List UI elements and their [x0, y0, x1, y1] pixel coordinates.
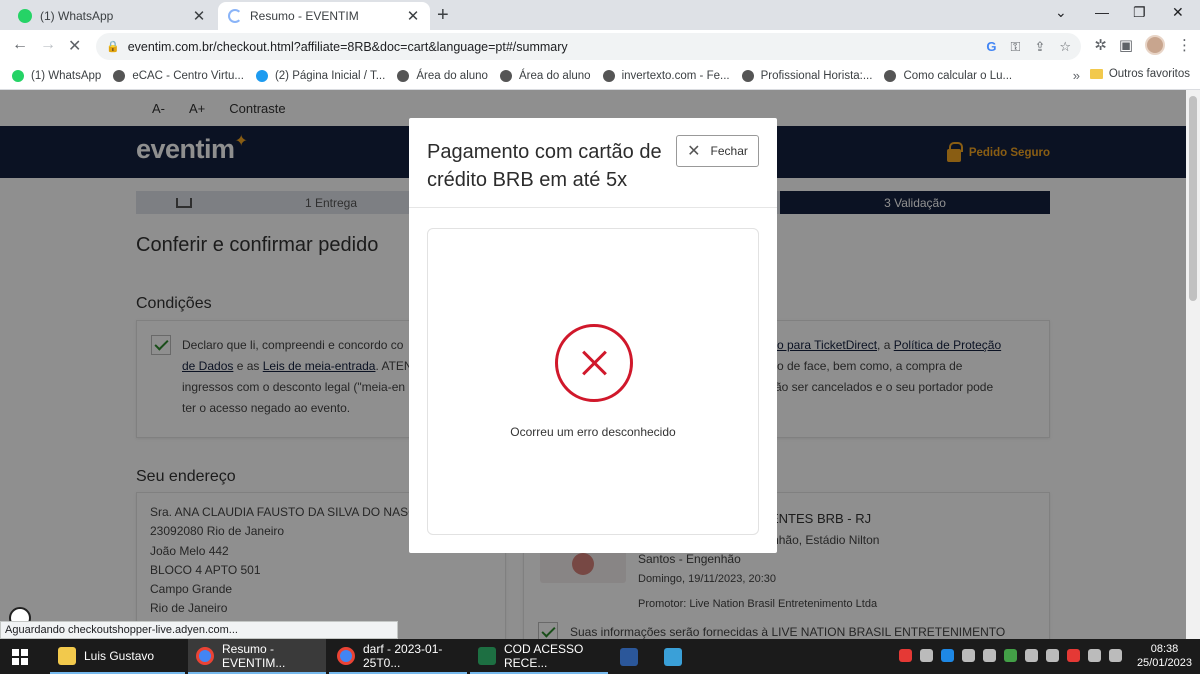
share-icon[interactable]: ⇪ [1034, 39, 1045, 55]
new-tab-button[interactable]: + [437, 4, 449, 27]
back-button[interactable]: ← [12, 36, 28, 54]
word-icon [620, 647, 638, 666]
toolbar: ← → ✕ 🔒 eventim.com.br/checkout.html?aff… [0, 30, 1200, 62]
tab-eventim[interactable]: Resumo - EVENTIM ✕ [218, 2, 430, 30]
taskbar-item-explorer[interactable]: Luis Gustavo [50, 639, 185, 674]
volume-icon[interactable] [1109, 649, 1122, 662]
windows-taskbar: Luis Gustavo Resumo - EVENTIM... darf - … [0, 639, 1200, 674]
taskbar-item-word[interactable] [612, 639, 652, 674]
tray-icon[interactable] [962, 649, 975, 662]
side-panel-icon[interactable]: ▣ [1119, 36, 1133, 54]
bookmark-item[interactable]: Área do aluno [397, 69, 488, 82]
minimize-button[interactable]: — [1095, 4, 1109, 20]
bookmark-item[interactable]: invertexto.com - Fe... [602, 69, 730, 82]
url-text: eventim.com.br/checkout.html?affiliate=8… [127, 39, 568, 54]
restore-button[interactable]: ❐ [1133, 4, 1146, 21]
chrome-icon [337, 646, 355, 665]
taskbar-item-excel[interactable]: COD ACESSO RECE... [470, 639, 608, 674]
forward-button[interactable]: → [40, 36, 56, 54]
system-tray [899, 649, 1122, 662]
twitter-icon [255, 69, 268, 82]
stop-loading-button[interactable]: ✕ [68, 36, 81, 56]
system-clock[interactable]: 08:38 25/01/2023 [1137, 642, 1192, 670]
tray-icon[interactable] [983, 649, 996, 662]
taskbar-item-chrome-eventim[interactable]: Resumo - EVENTIM... [188, 639, 326, 674]
tab-strip: (1) WhatsApp ✕ Resumo - EVENTIM ✕ + ⌄ — … [0, 0, 1200, 30]
globe-icon [741, 69, 754, 82]
close-tab-icon[interactable]: ✕ [192, 7, 206, 25]
taskbar-item-chrome-darf[interactable]: darf - 2023-01-25T0... [329, 639, 467, 674]
bookmark-item[interactable]: Profissional Horista:... [741, 69, 872, 82]
menu-icon[interactable]: ⋮ [1177, 36, 1192, 54]
bookmark-item[interactable]: (1) WhatsApp [12, 69, 101, 82]
windows-start-icon[interactable] [12, 649, 28, 665]
profile-avatar[interactable] [1145, 35, 1165, 55]
other-bookmarks-folder[interactable]: Outros favoritos [1089, 68, 1190, 80]
bookmarks-bar: (1) WhatsApp eCAC - Centro Virtu... (2) … [0, 62, 1200, 90]
tray-icon[interactable] [941, 649, 954, 662]
scrollbar-thumb[interactable] [1189, 96, 1197, 301]
bookmark-item[interactable]: eCAC - Centro Virtu... [113, 69, 244, 82]
loading-spinner-icon [228, 9, 242, 23]
extensions-icon[interactable]: ✲ [1094, 36, 1107, 54]
whatsapp-icon [12, 69, 24, 82]
globe-icon [499, 69, 512, 82]
tab-title: Resumo - EVENTIM [250, 9, 359, 23]
bookmark-item[interactable]: (2) Página Inicial / T... [255, 69, 385, 82]
globe-icon [884, 69, 897, 82]
more-bookmarks-button[interactable]: » [1073, 68, 1080, 83]
tray-icon[interactable] [1025, 649, 1038, 662]
close-modal-button[interactable]: ✕ Fechar [676, 135, 759, 167]
tray-icon[interactable] [1067, 649, 1080, 662]
chrome-icon [196, 646, 214, 665]
globe-icon [397, 69, 410, 82]
tab-search-icon[interactable]: ⌄ [1055, 4, 1067, 21]
whatsapp-icon [18, 9, 32, 23]
close-window-button[interactable]: ✕ [1172, 4, 1184, 21]
folder-icon [58, 646, 76, 665]
payment-frame: Ocorreu um erro desconhecido [427, 228, 759, 535]
tab-whatsapp[interactable]: (1) WhatsApp ✕ [8, 2, 216, 30]
address-bar[interactable]: 🔒 eventim.com.br/checkout.html?affiliate… [96, 33, 1081, 60]
lock-icon: 🔒 [106, 41, 120, 53]
bookmark-item[interactable]: Área do aluno [499, 69, 591, 82]
app-icon [664, 647, 682, 666]
bookmark-item[interactable]: Como calcular o Lu... [884, 69, 1012, 82]
tray-icon[interactable] [1046, 649, 1059, 662]
google-icon[interactable]: G [986, 39, 996, 55]
shield-icon[interactable] [1004, 649, 1017, 662]
globe-icon [602, 69, 615, 82]
page-viewport: A- A+ Contraste eventim✦ Pedido Seguro 1… [0, 90, 1186, 639]
key-icon[interactable]: ⚿ [1011, 39, 1021, 55]
tray-icon[interactable] [899, 649, 912, 662]
globe-icon [113, 69, 126, 82]
taskbar-item-app[interactable] [656, 639, 696, 674]
modal-title: Pagamento com cartão de crédito BRB em a… [427, 141, 662, 191]
star-bookmark-icon[interactable]: ☆ [1059, 39, 1071, 55]
payment-modal: Pagamento com cartão de crédito BRB em a… [409, 118, 777, 553]
page-scrollbar[interactable] [1186, 90, 1200, 639]
close-tab-icon[interactable]: ✕ [406, 7, 420, 25]
excel-icon [478, 646, 496, 665]
tab-title: (1) WhatsApp [40, 9, 114, 23]
folder-icon [1089, 69, 1103, 79]
network-icon[interactable] [1088, 649, 1101, 662]
status-bubble: Aguardando checkoutshopper-live.adyen.co… [0, 621, 398, 639]
divider [409, 207, 777, 208]
tray-icon[interactable] [920, 649, 933, 662]
error-message: Ocorreu um erro desconhecido [510, 425, 676, 439]
error-x-icon [555, 324, 633, 402]
close-icon: ✕ [687, 143, 701, 160]
